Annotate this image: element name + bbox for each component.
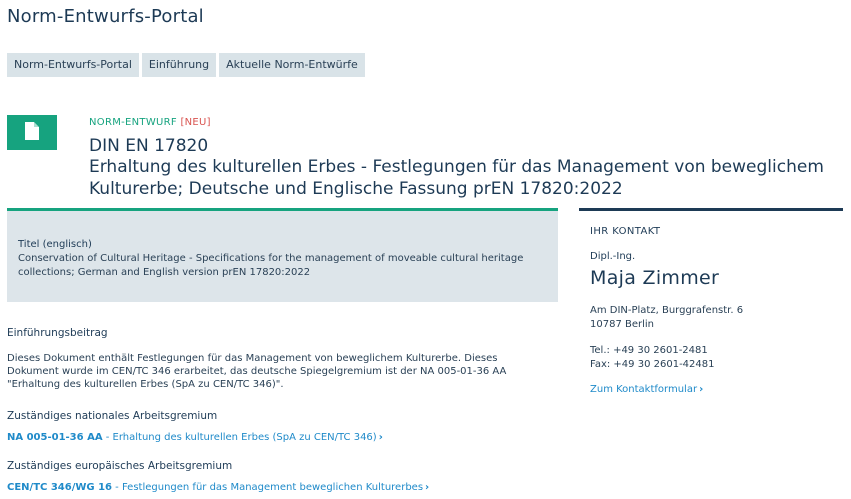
document-title: Erhaltung des kulturellen Erbes - Festle… — [89, 157, 824, 199]
european-committee-code: CEN/TC 346/WG 16 — [7, 482, 112, 493]
document-icon — [25, 121, 39, 144]
national-committee-name: - Erhaltung des kulturellen Erbes (SpA z… — [102, 432, 377, 443]
contact-address-line2: 10787 Berlin — [590, 319, 655, 330]
english-title-text: Conservation of Cultural Heritage - Spec… — [18, 253, 524, 278]
tab-aktuelle-norm-entwuerfe[interactable]: Aktuelle Norm-Entwürfe — [219, 53, 365, 77]
document-number: DIN EN 17820 — [89, 136, 209, 156]
chevron-right-icon: › — [425, 482, 430, 493]
national-committee-link[interactable]: NA 005-01-36 AA - Erhaltung des kulturel… — [7, 432, 383, 443]
national-committee-heading: Zuständiges nationales Arbeitsgremium — [7, 410, 218, 422]
european-committee-name: - Festlegungen für das Management bewegl… — [112, 482, 424, 493]
english-title-panel: Titel (englisch) Conservation of Cultura… — [7, 211, 558, 302]
page-title: Norm-Entwurfs-Portal — [7, 6, 204, 27]
intro-heading: Einführungsbeitrag — [7, 327, 108, 339]
english-title-label: Titel (englisch) — [18, 239, 92, 250]
contact-academic-title: Dipl.-Ing. — [590, 251, 636, 262]
contact-address-line1: Am DIN-Platz, Burggrafenstr. 6 — [590, 305, 744, 316]
national-committee-code: NA 005-01-36 AA — [7, 432, 103, 443]
contact-form-link[interactable]: Zum Kontaktformular › — [590, 384, 703, 395]
document-type: NORM-ENTWURF [NEU] — [89, 117, 211, 128]
breadcrumb-tabs: Norm-Entwurfs-Portal Einführung Aktuelle… — [7, 53, 365, 77]
contact-heading: IHR KONTAKT — [590, 226, 661, 237]
chevron-right-icon: › — [699, 384, 704, 395]
tab-norm-entwurfs-portal[interactable]: Norm-Entwurfs-Portal — [7, 53, 139, 77]
contact-numbers: Tel.: +49 30 2601-2481 Fax: +49 30 2601-… — [590, 344, 714, 372]
contact-address: Am DIN-Platz, Burggrafenstr. 6 10787 Ber… — [590, 304, 743, 332]
contact-form-link-label: Zum Kontaktformular — [590, 384, 698, 395]
chevron-right-icon: › — [378, 432, 383, 443]
document-icon-tile — [7, 115, 57, 150]
european-committee-heading: Zuständiges europäisches Arbeitsgremium — [7, 460, 233, 472]
contact-fax: Fax: +49 30 2601-42481 — [590, 359, 715, 370]
document-type-label: NORM-ENTWURF — [89, 117, 177, 128]
intro-text: Dieses Dokument enthält Festlegungen für… — [7, 353, 507, 390]
tab-einfuehrung[interactable]: Einführung — [141, 53, 217, 77]
new-badge: [NEU] — [180, 117, 211, 128]
contact-phone: Tel.: +49 30 2601-2481 — [590, 345, 708, 356]
european-committee-link[interactable]: CEN/TC 346/WG 16 - Festlegungen für das … — [7, 482, 429, 493]
contact-name: Maja Zimmer — [590, 267, 720, 289]
sidebar-divider — [579, 208, 843, 211]
